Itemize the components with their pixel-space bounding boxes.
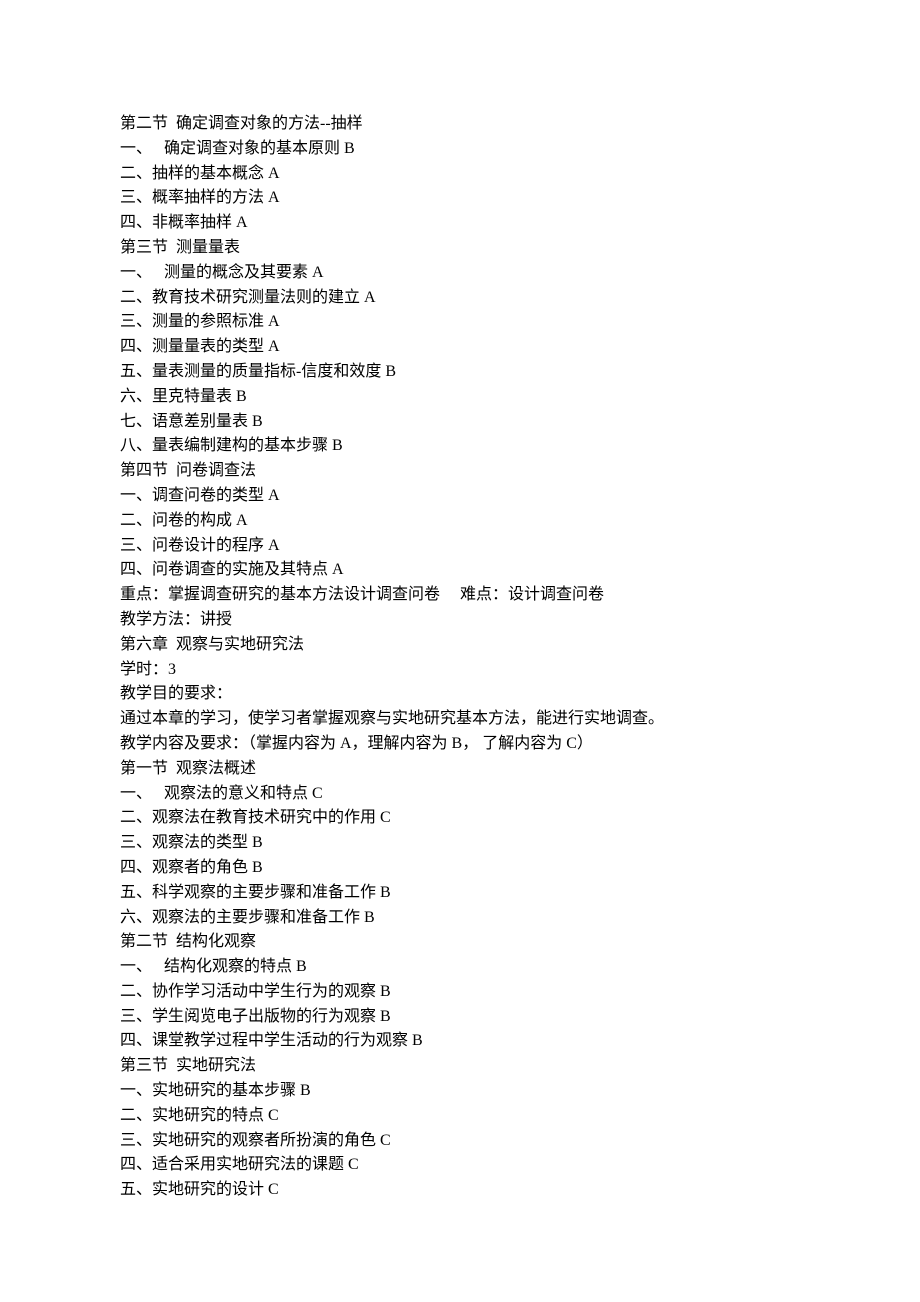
text-line: 五、量表测量的质量指标-信度和效度 B bbox=[120, 360, 800, 385]
text-line: 三、观察法的类型 B bbox=[120, 831, 800, 856]
text-line: 三、实地研究的观察者所扮演的角色 C bbox=[120, 1129, 800, 1154]
text-line: 第六章 观察与实地研究法 bbox=[120, 633, 800, 658]
text-line: 教学方法：讲授 bbox=[120, 608, 800, 633]
text-line: 学时：3 bbox=[120, 658, 800, 683]
text-line: 第三节 测量量表 bbox=[120, 236, 800, 261]
text-line: 一、实地研究的基本步骤 B bbox=[120, 1079, 800, 1104]
text-line: 一、 结构化观察的特点 B bbox=[120, 955, 800, 980]
document-page: 第二节 确定调查对象的方法--抽样一、 确定调查对象的基本原则 B二、抽样的基本… bbox=[0, 0, 920, 1302]
text-line: 一、 确定调查对象的基本原则 B bbox=[120, 137, 800, 162]
text-line: 二、问卷的构成 A bbox=[120, 509, 800, 534]
text-line: 四、问卷调查的实施及其特点 A bbox=[120, 558, 800, 583]
text-line: 第二节 结构化观察 bbox=[120, 930, 800, 955]
text-line: 重点：掌握调查研究的基本方法设计调查问卷 难点：设计调查问卷 bbox=[120, 583, 800, 608]
text-line: 七、语意差别量表 B bbox=[120, 410, 800, 435]
text-line: 第一节 观察法概述 bbox=[120, 757, 800, 782]
text-line: 六、里克特量表 B bbox=[120, 385, 800, 410]
text-line: 五、科学观察的主要步骤和准备工作 B bbox=[120, 881, 800, 906]
text-line: 一、 观察法的意义和特点 C bbox=[120, 782, 800, 807]
text-line: 三、问卷设计的程序 A bbox=[120, 534, 800, 559]
text-line: 一、 测量的概念及其要素 A bbox=[120, 261, 800, 286]
text-line: 教学内容及要求：（掌握内容为 A，理解内容为 B， 了解内容为 C） bbox=[120, 732, 800, 757]
text-line: 五、实地研究的设计 C bbox=[120, 1178, 800, 1203]
text-line: 四、适合采用实地研究法的课题 C bbox=[120, 1153, 800, 1178]
text-line: 四、非概率抽样 A bbox=[120, 211, 800, 236]
text-line: 四、课堂教学过程中学生活动的行为观察 B bbox=[120, 1029, 800, 1054]
text-line: 二、观察法在教育技术研究中的作用 C bbox=[120, 806, 800, 831]
text-line: 第四节 问卷调查法 bbox=[120, 459, 800, 484]
text-line: 二、实地研究的特点 C bbox=[120, 1104, 800, 1129]
text-line: 教学目的要求： bbox=[120, 682, 800, 707]
text-line: 二、教育技术研究测量法则的建立 A bbox=[120, 286, 800, 311]
text-line: 二、协作学习活动中学生行为的观察 B bbox=[120, 980, 800, 1005]
text-line: 第二节 确定调查对象的方法--抽样 bbox=[120, 112, 800, 137]
text-line: 四、观察者的角色 B bbox=[120, 856, 800, 881]
text-line: 三、测量的参照标准 A bbox=[120, 310, 800, 335]
text-line: 四、测量量表的类型 A bbox=[120, 335, 800, 360]
text-line: 三、概率抽样的方法 A bbox=[120, 186, 800, 211]
text-line: 第三节 实地研究法 bbox=[120, 1054, 800, 1079]
text-line: 通过本章的学习，使学习者掌握观察与实地研究基本方法，能进行实地调查。 bbox=[120, 707, 800, 732]
text-line: 二、抽样的基本概念 A bbox=[120, 162, 800, 187]
text-line: 六、观察法的主要步骤和准备工作 B bbox=[120, 906, 800, 931]
text-line: 八、量表编制建构的基本步骤 B bbox=[120, 434, 800, 459]
text-line: 一、调查问卷的类型 A bbox=[120, 484, 800, 509]
text-line: 三、学生阅览电子出版物的行为观察 B bbox=[120, 1005, 800, 1030]
